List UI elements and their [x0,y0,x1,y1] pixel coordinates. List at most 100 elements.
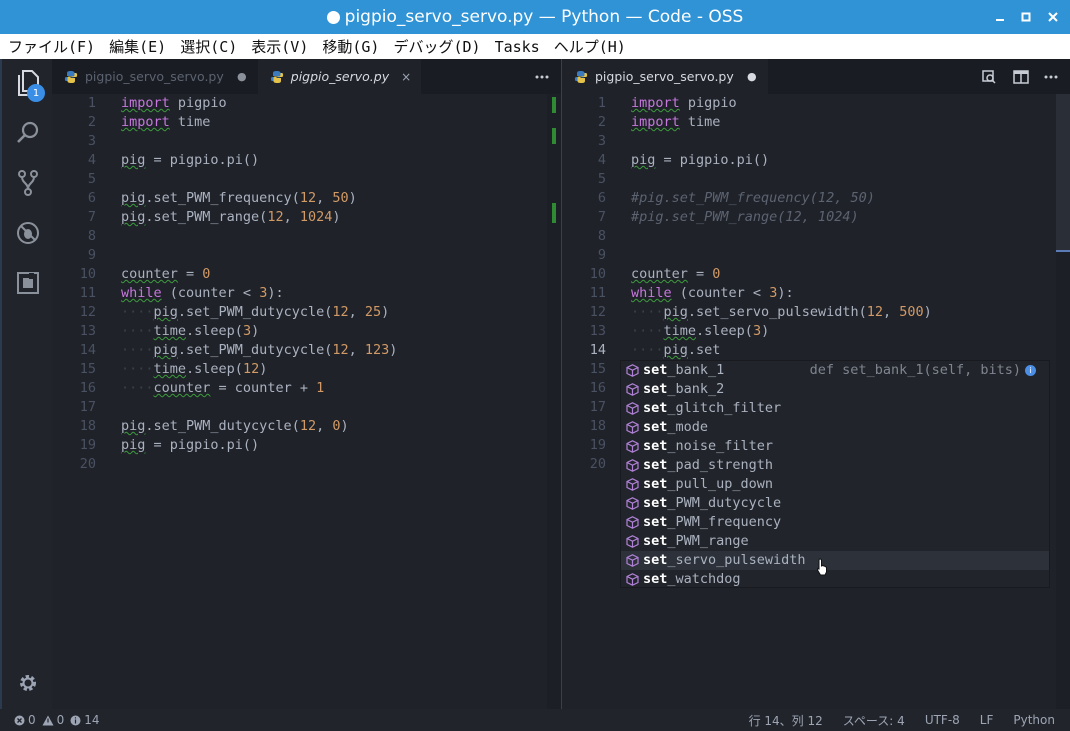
unsaved-marker-icon[interactable]: ● [746,70,758,83]
menu-debug[interactable]: デバッグ(D) [393,36,480,57]
code-line[interactable]: 16 ····counter = counter + 1 [52,379,561,398]
code-editor-left[interactable]: 1 import pigpio 2 import time 3 4 pig = pigpio… [52,94,561,709]
more-actions-right-button[interactable] [1044,59,1058,94]
cursor-position[interactable]: 行 14、列 12 [749,712,823,729]
suggestion-item[interactable]: set_bank_1 def set_bank_1(self, bits) i [621,361,1049,380]
scrollbar-left[interactable] [547,94,561,709]
suggestion-item[interactable]: set_pad_strength [621,456,1049,475]
suggestion-rest: _bank_1 [667,362,725,378]
close-tab-icon[interactable]: × [401,70,411,84]
code-line[interactable]: 7 #pig.set_PWM_range(12, 1024) [562,208,1070,227]
code-line[interactable]: 6 #pig.set_PWM_frequency(12, 50) [562,189,1070,208]
line-text: import time [121,114,211,130]
line-text: while (counter < 3): [121,285,284,301]
menu-view[interactable]: 表示(V) [251,36,308,57]
code-line[interactable]: 17 [52,398,561,417]
code-line[interactable]: 10 counter = 0 [52,265,561,284]
code-line[interactable]: 2 import time [562,113,1070,132]
code-line[interactable]: 11 while (counter < 3): [52,284,561,303]
suggestion-item[interactable]: set_PWM_range [621,532,1049,551]
code-line[interactable]: 4 pig = pigpio.pi() [52,151,561,170]
problems-summary[interactable]: 0 0 14 [14,713,106,727]
menu-go[interactable]: 移動(G) [322,36,379,57]
code-line[interactable]: 3 [52,132,561,151]
unsaved-marker-icon[interactable]: ● [236,70,248,83]
suggestion-match: set [643,381,668,397]
code-line[interactable]: 1 import pigpio [562,94,1070,113]
tab-bar-left: pigpio_servo_servo.py ● pigpio_servo.py … [52,59,561,94]
more-actions-left-button[interactable] [535,59,549,94]
suggestion-item[interactable]: set_mode [621,418,1049,437]
code-line[interactable]: 13 ····time.sleep(3) [52,322,561,341]
suggestion-item[interactable]: set_noise_filter [621,437,1049,456]
code-line[interactable]: 12 ····pig.set_PWM_dutycycle(12, 25) [52,303,561,322]
line-text: ····pig.set_PWM_dutycycle(12, 25) [121,304,390,320]
line-number: 4 [87,152,96,168]
code-line[interactable]: 9 [52,246,561,265]
extensions-button[interactable] [12,267,44,299]
menu-file[interactable]: ファイル(F) [8,36,95,57]
source-control-button[interactable] [12,167,44,199]
indentation[interactable]: スペース: 4 [843,712,905,729]
scrollbar-thumb[interactable] [1056,94,1070,250]
menu-selection[interactable]: 選択(C) [180,36,237,57]
code-line[interactable]: 10 counter = 0 [562,265,1070,284]
encoding[interactable]: UTF-8 [925,713,960,727]
code-line[interactable]: 13 ····time.sleep(3) [562,322,1070,341]
open-changes-button[interactable] [981,59,997,94]
suggestion-item[interactable]: set_bank_2 [621,380,1049,399]
code-line[interactable]: 11 while (counter < 3): [562,284,1070,303]
end-of-line[interactable]: LF [980,713,994,727]
window-title: pigpio_servo_servo.py — Python — Code - … [344,7,744,27]
suggestion-match: set [643,552,668,568]
suggestion-item[interactable]: set_pull_up_down [621,475,1049,494]
code-line[interactable]: 8 [562,227,1070,246]
code-line[interactable]: 5 [562,170,1070,189]
line-number: 1 [87,95,96,111]
code-line[interactable]: 7 pig.set_PWM_range(12, 1024) [52,208,561,227]
editor-group-left: pigpio_servo_servo.py ● pigpio_servo.py … [52,59,561,709]
line-number: 4 [597,152,606,168]
method-cube-icon [626,535,639,548]
line-text: #pig.set_PWM_range(12, 1024) [631,209,859,225]
suggestion-item[interactable]: set_PWM_dutycycle [621,494,1049,513]
suggestion-item[interactable]: set_servo_pulsewidth [621,551,1049,570]
search-button[interactable] [12,117,44,149]
debug-button[interactable] [12,217,44,249]
code-line[interactable]: 2 import time [52,113,561,132]
code-line[interactable]: 19 pig = pigpio.pi() [52,436,561,455]
menu-tasks[interactable]: Tasks [495,38,540,56]
suggest-widget[interactable]: set_bank_1 def set_bank_1(self, bits) i set… [620,360,1050,588]
code-line[interactable]: 4 pig = pigpio.pi() [562,151,1070,170]
suggestion-item[interactable]: set_watchdog [621,570,1049,589]
code-line[interactable]: 15 ····time.sleep(12) [52,360,561,379]
code-line[interactable]: 18 pig.set_PWM_dutycycle(12, 0) [52,417,561,436]
code-line[interactable]: 14 ····pig.set [562,341,1070,360]
read-more-icon[interactable]: i [1025,365,1036,376]
code-line[interactable]: 8 [52,227,561,246]
tab-pigpio-servo-servo-right[interactable]: pigpio_servo_servo.py ● [562,59,768,94]
suggestion-match: set [643,457,668,473]
code-line[interactable]: 5 [52,170,561,189]
menu-help[interactable]: ヘルプ(H) [554,36,626,57]
settings-button[interactable] [12,667,44,699]
code-line[interactable]: 6 pig.set_PWM_frequency(12, 50) [52,189,561,208]
suggestion-item[interactable]: set_glitch_filter [621,399,1049,418]
language-mode[interactable]: Python [1013,713,1055,727]
code-line[interactable]: 12 ····pig.set_servo_pulsewidth(12, 500) [562,303,1070,322]
code-line[interactable]: 20 [52,455,561,474]
tab-pigpio-servo-servo[interactable]: pigpio_servo_servo.py ● [52,59,258,94]
suggestion-label: set_mode [643,418,708,437]
maximize-button[interactable] [1011,0,1041,34]
scrollbar-right[interactable] [1056,94,1070,709]
menu-edit[interactable]: 編集(E) [109,36,166,57]
code-line[interactable]: 3 [562,132,1070,151]
suggestion-item[interactable]: set_PWM_frequency [621,513,1049,532]
code-line[interactable]: 1 import pigpio [52,94,561,113]
line-number: 18 [589,418,606,434]
code-line[interactable]: 9 [562,246,1070,265]
code-line[interactable]: 14 ····pig.set_PWM_dutycycle(12, 123) [52,341,561,360]
tab-pigpio-servo[interactable]: pigpio_servo.py × [257,59,422,94]
split-editor-button[interactable] [1013,59,1029,94]
close-window-button[interactable] [1038,0,1068,34]
